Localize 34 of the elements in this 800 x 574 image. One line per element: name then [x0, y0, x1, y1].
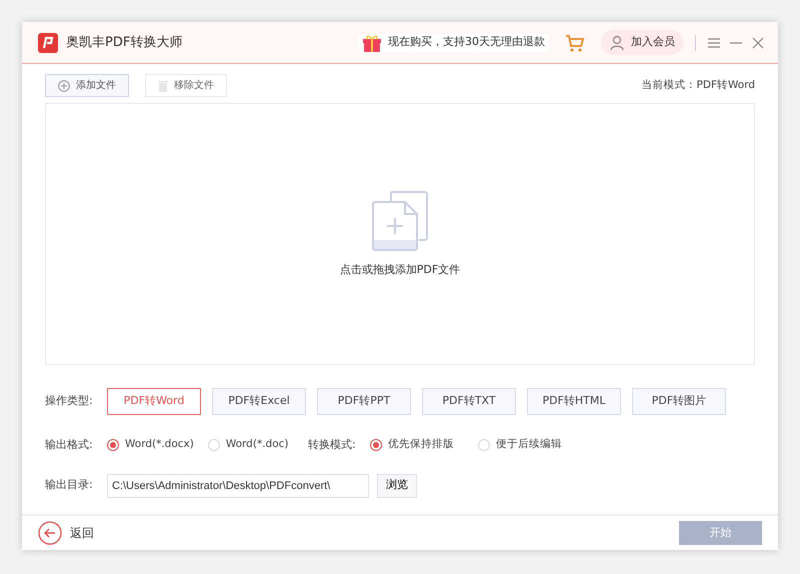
promo-text: 现在购买，支持30天无理由退款	[388, 34, 545, 50]
conversion-type-option[interactable]: PDF转Word	[107, 388, 201, 415]
radio-option[interactable]: 便于后续编辑	[478, 437, 562, 454]
gift-icon	[362, 34, 382, 52]
operation-label: 操作类型:	[45, 393, 94, 410]
conversion-type-option[interactable]: PDF转Excel	[212, 388, 306, 415]
app-logo-icon	[38, 32, 58, 52]
radio-option[interactable]: 优先保持排版	[370, 437, 454, 454]
add-file-icon	[371, 190, 429, 252]
conversion-type-option[interactable]: PDF转TXT	[422, 388, 516, 415]
radio-option[interactable]: Word(*.docx)	[107, 437, 194, 454]
user-icon	[609, 34, 625, 50]
promo-banner[interactable]: 现在购买，支持30天无理由退款	[358, 34, 549, 52]
add-file-button[interactable]: 添加文件	[45, 74, 129, 97]
conversion-type-option[interactable]: PDF转PPT	[317, 388, 411, 415]
radio-option[interactable]: Word(*.doc)	[208, 437, 288, 454]
menu-icon[interactable]	[708, 38, 720, 48]
conversion-type-option[interactable]: PDF转图片	[632, 388, 726, 415]
drop-zone[interactable]: 点击或拖拽添加PDF文件	[45, 103, 755, 365]
current-mode-text: 当前模式：PDF转Word	[642, 78, 755, 93]
back-button[interactable]: 返回	[38, 521, 94, 545]
join-member-button[interactable]: 加入会员	[601, 30, 683, 55]
drop-hint: 点击或拖拽添加PDF文件	[340, 262, 460, 278]
close-icon[interactable]	[752, 36, 764, 48]
convert-mode-label: 转换模式:	[308, 437, 357, 453]
conversion-type-option[interactable]: PDF转HTML	[527, 388, 621, 415]
format-label: 输出格式:	[45, 437, 94, 453]
output-dir-field[interactable]: C:\Users\Administrator\Desktop\PDFconvert\	[107, 474, 369, 498]
browse-button[interactable]: 浏览	[377, 474, 417, 498]
cart-icon[interactable]	[565, 34, 585, 52]
output-dir-label: 输出目录:	[45, 477, 94, 494]
trash-icon	[158, 80, 168, 92]
window-title: 奥凯丰PDF转换大师	[66, 34, 182, 52]
add-icon	[58, 80, 70, 92]
